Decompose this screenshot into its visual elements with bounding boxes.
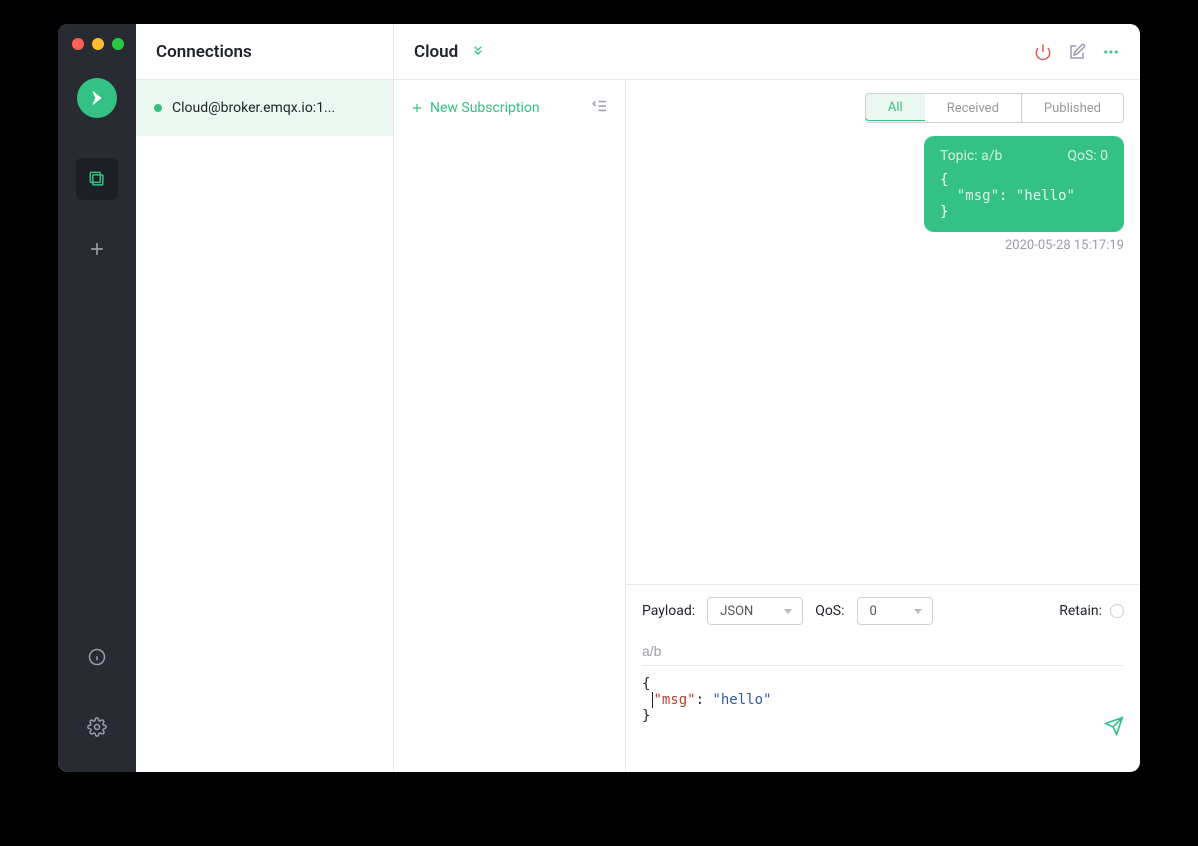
message-filter-tabs: All Received Published <box>865 93 1124 123</box>
composer: Payload: JSON QoS: 0 Retain: <box>626 584 1140 772</box>
connection-title: Cloud <box>414 42 458 62</box>
nav-info-icon[interactable] <box>76 636 118 678</box>
filter-tab-all[interactable]: All <box>865 93 926 121</box>
messages-panel: All Received Published Topic: a/b QoS: 0… <box>626 80 1140 772</box>
window-controls <box>72 38 124 50</box>
nav-settings-icon[interactable] <box>76 706 118 748</box>
app-window: Connections Cloud@broker.emqx.io:1... Cl… <box>58 24 1140 772</box>
app-logo <box>77 78 117 118</box>
new-subscription-button[interactable]: New Subscription <box>410 100 540 116</box>
qos-select[interactable]: 0 <box>857 597 933 625</box>
main-body: New Subscription All Received Published <box>394 80 1140 772</box>
expand-chevrons-icon[interactable] <box>470 42 486 62</box>
connections-panel: Connections Cloud@broker.emqx.io:1... <box>136 24 394 772</box>
published-message: Topic: a/b QoS: 0 { "msg": "hello" } <box>924 136 1124 232</box>
filter-tab-published[interactable]: Published <box>1022 94 1123 122</box>
payload-format-label: Payload: <box>642 603 695 619</box>
payload-format-select[interactable]: JSON <box>707 597 803 625</box>
connections-title: Connections <box>136 24 393 80</box>
main-header: Cloud <box>394 24 1140 80</box>
message-payload: { "msg": "hello" } <box>940 172 1108 220</box>
edit-connection-button[interactable] <box>1068 43 1086 61</box>
topic-input[interactable] <box>642 637 1124 666</box>
new-subscription-label: New Subscription <box>430 100 540 116</box>
subscriptions-panel: New Subscription <box>394 80 626 772</box>
filter-tab-received[interactable]: Received <box>925 94 1022 122</box>
retain-toggle[interactable] <box>1110 604 1124 618</box>
minimize-window-button[interactable] <box>92 38 104 50</box>
disconnect-button[interactable] <box>1034 43 1052 61</box>
connection-item[interactable]: Cloud@broker.emqx.io:1... <box>136 80 393 136</box>
maximize-window-button[interactable] <box>112 38 124 50</box>
close-window-button[interactable] <box>72 38 84 50</box>
qos-label: QoS: <box>815 603 844 619</box>
status-dot-online-icon <box>154 104 162 112</box>
message-timestamp: 2020-05-28 15:17:19 <box>642 238 1124 253</box>
message-topic: Topic: a/b <box>940 148 1002 164</box>
payload-editor[interactable]: { "msg": "hello" } <box>642 676 1124 756</box>
retain-label: Retain: <box>1059 603 1102 619</box>
connection-label: Cloud@broker.emqx.io:1... <box>172 100 335 116</box>
nav-connections-icon[interactable] <box>76 158 118 200</box>
sidebar-nav <box>58 24 136 772</box>
collapse-subscriptions-icon[interactable] <box>591 97 609 119</box>
more-menu-button[interactable] <box>1102 43 1120 61</box>
messages-list: Topic: a/b QoS: 0 { "msg": "hello" } 202… <box>626 136 1140 584</box>
send-button[interactable] <box>986 700 1124 756</box>
main-panel: Cloud New Sub <box>394 24 1140 772</box>
message-qos: QoS: 0 <box>1067 148 1108 164</box>
nav-add-icon[interactable] <box>76 228 118 270</box>
